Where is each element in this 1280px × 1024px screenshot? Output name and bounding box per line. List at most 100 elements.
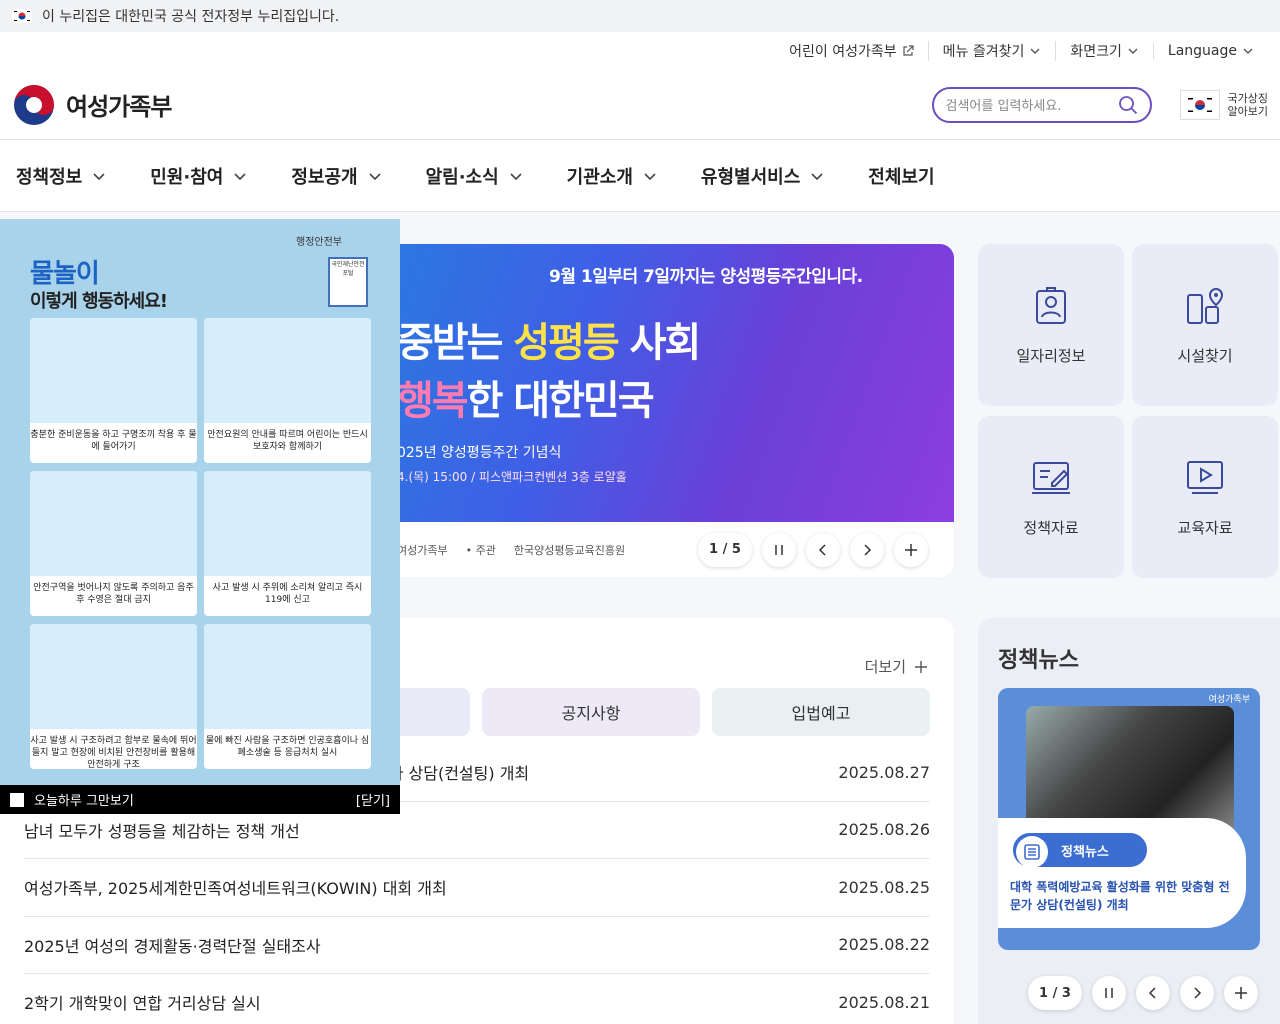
nav-item-civil[interactable]: 민원·참여 [150, 163, 247, 189]
national-symbol-link[interactable]: 국가상징 알아보기 [1179, 89, 1268, 120]
hide-today-label[interactable]: 오늘하루 그만보기 [34, 790, 134, 809]
building-location-icon [1187, 287, 1224, 324]
hero-more-button[interactable] [894, 532, 928, 567]
nav-label: 정책정보 [16, 166, 83, 188]
nav-label: 민원·참여 [150, 166, 224, 188]
popup-title: 물놀이 [30, 259, 100, 289]
prev-button[interactable] [806, 532, 840, 567]
safety-illustration [30, 318, 197, 423]
news-controls: 1 / 3 [1028, 976, 1280, 1010]
more-label: 더보기 [864, 658, 906, 676]
quick-link-jobs[interactable]: 일자리정보 [978, 244, 1124, 406]
list-item[interactable]: 2025년 여성의 경제활동·경력단절 실태조사 2025.08.22 [24, 917, 930, 974]
list-item-date: 2025.08.25 [838, 877, 930, 897]
search-input[interactable]: 검색어를 입력하세요. [931, 86, 1152, 123]
policy-news-title: 정책뉴스 [998, 648, 1079, 673]
chevron-down-icon [1030, 48, 1040, 54]
list-item-date: 2025.08.21 [838, 992, 930, 1012]
list-item[interactable]: 여성가족부, 2025세계한민족여성네트워크(KOWIN) 대회 개최 2025.… [24, 859, 930, 917]
popup-subtitle: 이렇게 행동하세요! [30, 291, 168, 312]
zoom-menu[interactable]: 화면크기 [1055, 41, 1153, 61]
korean-flag-icon [12, 9, 32, 23]
nav-label: 유형별서비스 [700, 166, 801, 188]
tab-legislation[interactable]: 입법예고 [712, 688, 930, 736]
safety-caption: 사고 발생 시 구조하려고 함부로 물속에 뛰어 들지 말고 현장에 비치된 안… [30, 736, 197, 769]
safety-illustration [30, 624, 197, 729]
language-label: Language [1167, 43, 1237, 59]
hero-line1c: 사회 [617, 320, 702, 366]
hero-host: 여성가족부 [397, 543, 448, 557]
news-next-button[interactable] [1180, 976, 1214, 1010]
language-menu[interactable]: Language [1152, 43, 1268, 59]
chevron-down-icon [234, 172, 246, 180]
next-button[interactable] [850, 532, 884, 567]
utility-bar: 어린이 여성가족부 메뉴 즐겨찾기 화면크기 Language [0, 32, 1280, 70]
notice-tabs: 공지사항 입법예고 [375, 688, 930, 736]
nav-label: 정보공개 [291, 166, 358, 188]
chevron-down-icon [510, 172, 522, 180]
popup-image[interactable]: 행정안전부 물놀이 이렇게 행동하세요! 국민재난안전포털 충분한 준비운동을 … [0, 219, 400, 785]
nav-item-disclosure[interactable]: 정보공개 [291, 163, 381, 189]
nav-item-news[interactable]: 알림·소식 [426, 163, 523, 189]
quick-link-label: 일자리정보 [1016, 346, 1086, 365]
favorites-label: 메뉴 즐겨찾기 [942, 44, 1025, 60]
popup-water-safety: 행정안전부 물놀이 이렇게 행동하세요! 국민재난안전포털 충분한 준비운동을 … [0, 219, 400, 814]
chevron-left-icon [818, 543, 826, 556]
video-play-icon [1187, 460, 1223, 494]
national-symbol-line2: 알아보기 [1227, 104, 1268, 118]
quick-link-facilities[interactable]: 시설찾기 [1132, 244, 1278, 406]
hide-today-checkbox[interactable] [10, 792, 24, 807]
safety-tip: 안전구역을 벗어나지 않도록 주의하고 음주 후 수영은 절대 금지 [30, 471, 197, 616]
hero-page-indicator: 1 / 5 [698, 532, 752, 567]
government-emblem-icon [14, 84, 54, 125]
kids-link-label: 어린이 여성가족부 [789, 44, 897, 60]
plus-icon [915, 660, 927, 673]
popup-grid: 충분한 준비운동을 하고 구명조끼 착용 후 물에 들어가기 안전요원의 안내를… [30, 318, 371, 769]
chevron-down-icon [644, 172, 656, 180]
nav-label: 알림·소식 [425, 166, 499, 188]
news-pause-button[interactable] [1092, 976, 1126, 1010]
quick-link-education[interactable]: 교육자료 [1132, 416, 1278, 578]
hero-controls: 1 / 5 [698, 532, 954, 567]
news-more-button[interactable] [1224, 976, 1258, 1010]
pause-icon [1105, 988, 1113, 998]
quick-link-label: 정책자료 [1023, 518, 1079, 537]
chevron-left-icon [1148, 987, 1156, 999]
nav-item-services[interactable]: 유형별서비스 [701, 163, 824, 189]
logo-text: 여성가족부 [66, 93, 172, 121]
hero-line2: 행복한 대한민국 [397, 368, 655, 426]
search-placeholder: 검색어를 입력하세요. [945, 99, 1062, 114]
tab-notice[interactable]: 공지사항 [482, 688, 700, 736]
hero-banner[interactable]: 9월 1일부터 7일까지는 양성평등주간입니다. 중받는 성평등 사회 행복한 … [375, 244, 954, 577]
list-item[interactable]: 2학기 개학맞이 연합 거리상담 실시 2025.08.21 [24, 974, 930, 1024]
popup-ministry: 행정안전부 [296, 237, 342, 248]
favorites-menu[interactable]: 메뉴 즐겨찾기 [927, 41, 1056, 61]
policy-news: 정책뉴스 여성가족부 정책뉴스 대학 폭력예방교육 활성화를 위한 맞춤형 전문… [978, 618, 1280, 1024]
quick-link-label: 교육자료 [1177, 518, 1233, 537]
quick-links: 일자리정보 시설찾기 정책자료 교육자료 [978, 244, 1278, 578]
news-prev-button[interactable] [1136, 976, 1170, 1010]
pause-button[interactable] [762, 532, 796, 567]
chevron-down-icon [811, 172, 823, 180]
popup-close-button[interactable]: [닫기] [356, 790, 390, 809]
popup-footer: 오늘하루 그만보기 [닫기] [0, 785, 400, 814]
hero-line1b: 성평등 [513, 320, 619, 366]
quick-link-policy-docs[interactable]: 정책자료 [978, 416, 1124, 578]
list-item-title: 여성가족부, 2025세계한민족여성네트워크(KOWIN) 대회 개최 [24, 879, 447, 899]
national-symbol-line1: 국가상징 [1227, 91, 1268, 105]
nav-item-sitemap[interactable]: 전체보기 [868, 163, 934, 189]
taegukgi-icon [1179, 89, 1220, 120]
zoom-label: 화면크기 [1070, 44, 1122, 60]
kids-link[interactable]: 어린이 여성가족부 [775, 41, 928, 61]
nav-item-about[interactable]: 기관소개 [567, 163, 657, 189]
qr-label: 국민재난안전포털 [331, 261, 365, 277]
nav-item-policy[interactable]: 정책정보 [16, 163, 106, 189]
news-photo [1026, 706, 1234, 834]
safety-tip: 안전요원의 안내를 따르며 어린이는 반드시 보호자와 함께하기 [204, 318, 371, 463]
news-card[interactable]: 여성가족부 정책뉴스 대학 폭력예방교육 활성화를 위한 맞춤형 전문가 상담(… [998, 688, 1260, 950]
site-logo[interactable]: 여성가족부 [12, 83, 172, 127]
safety-tip: 물에 빠진 사람을 구조하면 인공호흡이나 심폐소생술 등 응급처치 실시 [204, 624, 371, 769]
search-icon[interactable] [1118, 95, 1138, 115]
notice-more-link[interactable]: 더보기 [865, 656, 928, 677]
safety-caption: 사고 발생 시 주위에 소리쳐 알리고 즉시 119에 신고 [212, 583, 363, 605]
